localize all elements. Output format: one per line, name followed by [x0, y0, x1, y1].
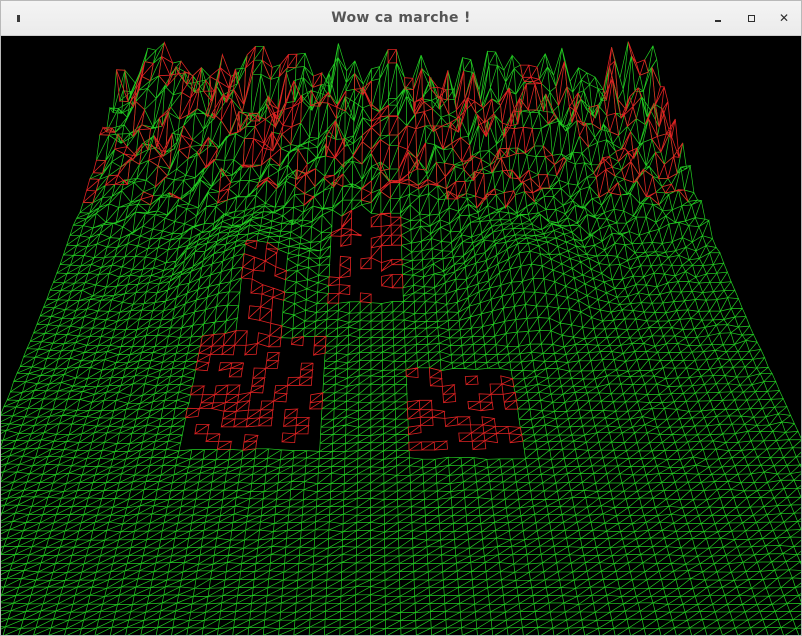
title-bar[interactable]: Wow ca marche ! ✕ [1, 1, 801, 36]
close-button[interactable]: ✕ [776, 10, 792, 26]
terrain-mesh [1, 41, 801, 635]
render-viewport[interactable] [1, 36, 801, 635]
terrain-wireframe [1, 41, 801, 635]
maximize-button[interactable] [743, 10, 759, 26]
window-title: Wow ca marche ! [331, 10, 471, 26]
minimize-icon [715, 19, 721, 22]
close-icon: ✕ [778, 11, 790, 25]
maximize-icon [747, 14, 755, 22]
minimize-button[interactable] [710, 10, 726, 26]
wireframe-terrain-canvas [1, 41, 801, 635]
application-window: Wow ca marche ! ✕ [0, 0, 802, 636]
